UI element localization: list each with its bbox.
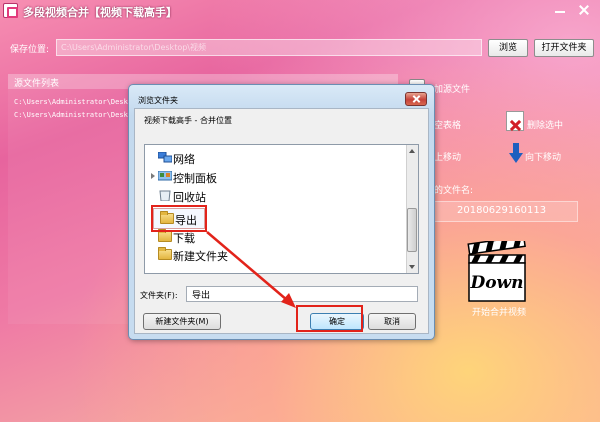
folder-name-input[interactable]: 导出 [186,286,418,302]
folder-field-label: 文件夹(F): [140,291,178,300]
save-location-input[interactable]: C:\Users\Administrator\Desktop\视频 [56,39,482,56]
tree-item-label: 回收站 [173,191,206,204]
clear-table-button-label[interactable]: 空表格 [434,118,461,131]
minimize-button[interactable] [550,3,570,17]
folder-icon [158,229,172,242]
control-panel-icon [158,171,172,181]
tree-item-control-panel[interactable]: 控制面板 [151,169,352,185]
window-title: 多段视频合并【视频下载高手】 [23,6,177,19]
list-item[interactable]: C:\Users\Administrator\Desktop [14,111,132,119]
tree-item-label: 控制面板 [173,172,217,185]
new-folder-button[interactable]: 新建文件夹(M) [143,313,221,330]
remove-selected-button-label[interactable]: 删除选中 [527,118,563,131]
output-filename-label: 的文件名: [434,186,474,196]
dialog-title: 浏览文件夹 [138,96,178,105]
save-location-label: 保存位置: [10,45,50,55]
scroll-down-arrow-icon[interactable] [406,261,418,273]
annotation-highlight-export [151,205,207,232]
tree-item-label: 新建文件夹 [173,250,228,263]
tree-item-label: 下载 [173,232,195,245]
scroll-up-arrow-icon[interactable] [406,145,418,157]
annotation-highlight-ok [296,305,363,332]
app-icon [3,3,18,18]
scroll-thumb[interactable] [407,208,417,252]
folder-icon [158,247,172,260]
recycle-bin-icon [159,190,171,201]
move-down-button-label[interactable]: 向下移动 [525,150,561,163]
output-filename-input[interactable]: 20180629160113 [434,201,578,222]
tree-item-new-folder[interactable]: 新建文件夹 [152,247,352,263]
tree-item-label: 网络 [173,153,195,166]
add-source-button-label[interactable]: 加源文件 [434,82,470,95]
cancel-button[interactable]: 取消 [368,313,416,330]
dialog-description: 视频下载高手 - 合并位置 [144,116,232,125]
clapperboard-icon[interactable]: Down [467,241,527,303]
network-icon [158,152,172,163]
arrow-down-icon[interactable] [509,143,523,163]
start-merge-button-label[interactable]: 开始合并视频 [472,305,526,318]
expand-arrow-icon[interactable] [151,173,155,179]
move-up-button-label[interactable]: 上移动 [434,150,461,163]
browse-button[interactable]: 浏览 [488,39,528,57]
open-folder-button[interactable]: 打开文件夹 [534,39,594,57]
dialog-close-button[interactable] [405,92,427,106]
tree-item-recycle-bin[interactable]: 回收站 [152,188,352,204]
remove-selected-icon[interactable] [506,111,524,131]
down-logo-text: Down [469,273,523,293]
close-button[interactable] [574,3,594,17]
list-item[interactable]: C:\Users\Administrator\Desktop [14,98,132,106]
tree-item-network[interactable]: 网络 [152,150,352,166]
